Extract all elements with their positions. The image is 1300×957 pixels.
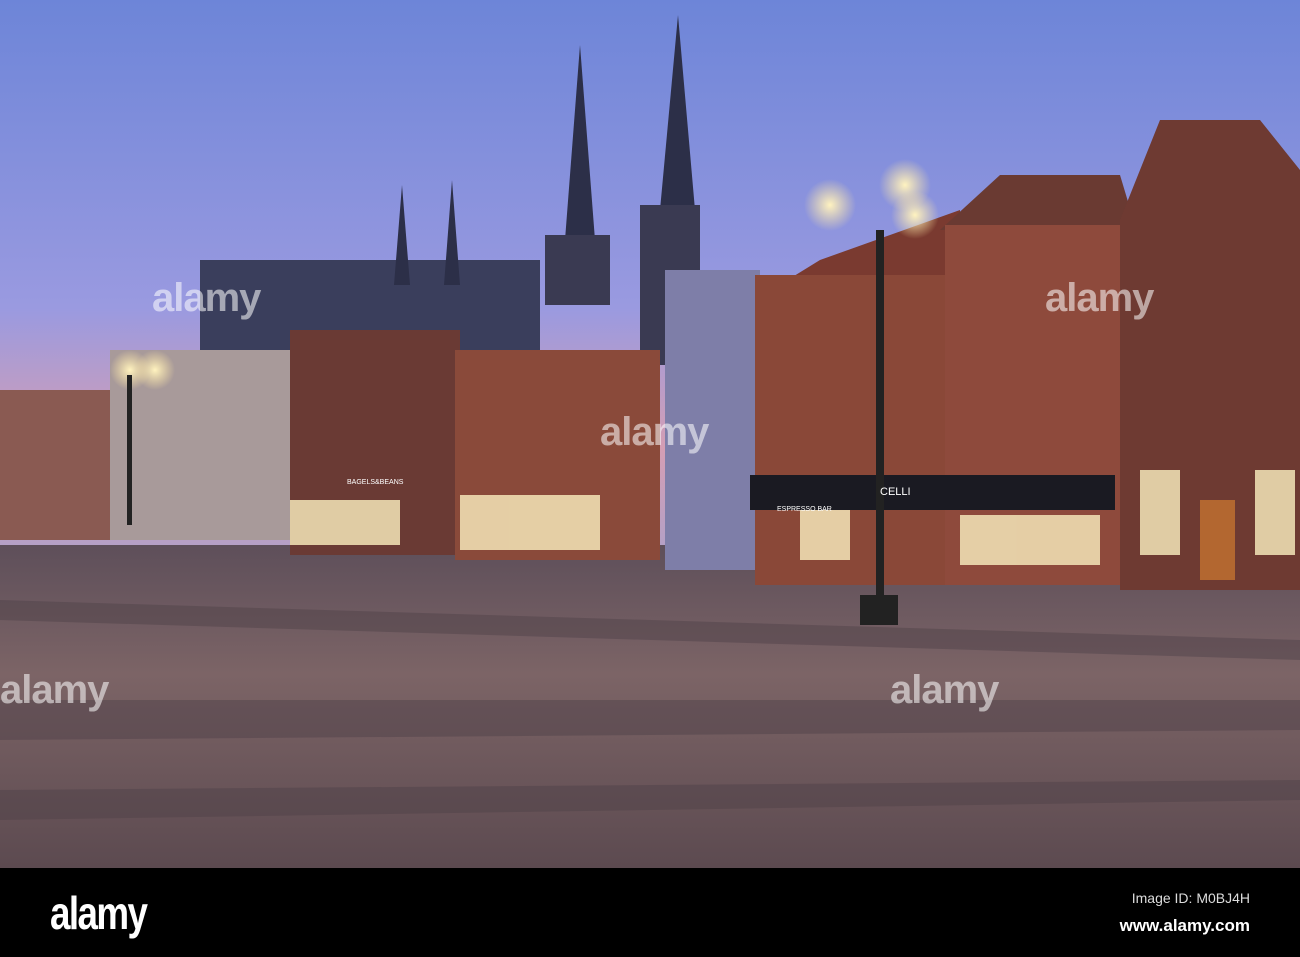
bagels-beans-sign: BAGELS&BEANS bbox=[347, 479, 404, 486]
espresso-bar-sign: ESPRESSO BAR bbox=[777, 506, 832, 513]
watermark: alamy bbox=[0, 668, 109, 712]
watermark: alamy bbox=[890, 668, 999, 712]
watermark: alamy bbox=[1045, 276, 1154, 320]
photo-frame: ESPRESSO BAR BAGELS&BEANS CELLI alamy al… bbox=[0, 0, 1300, 957]
watermark: alamy bbox=[152, 276, 261, 320]
image-id: Image ID: M0BJ4H bbox=[1131, 890, 1250, 906]
website-url: www.alamy.com bbox=[1119, 916, 1250, 935]
footer-bar: alamy Image ID: M0BJ4H www.alamy.com bbox=[0, 868, 1300, 957]
celli-sign: CELLI bbox=[880, 486, 911, 498]
alamy-logo: alamy bbox=[50, 887, 148, 939]
watermark: alamy bbox=[600, 410, 709, 454]
